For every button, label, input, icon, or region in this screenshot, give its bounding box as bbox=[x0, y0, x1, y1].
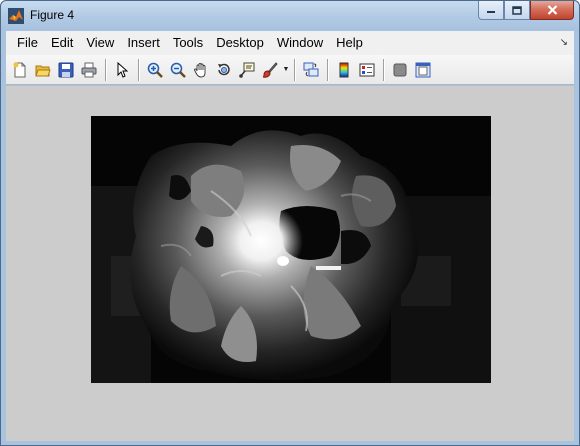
menu-file-label: File bbox=[17, 35, 38, 50]
toolbar-separator bbox=[383, 58, 385, 81]
link-plot-icon bbox=[303, 62, 319, 76]
save-figure-button[interactable] bbox=[55, 59, 77, 81]
menu-help-label: Help bbox=[336, 35, 363, 50]
title-bar[interactable]: Figure 4 bbox=[1, 1, 579, 30]
maximize-icon bbox=[512, 5, 522, 15]
menu-desktop[interactable]: Desktop bbox=[211, 31, 269, 55]
figure-canvas[interactable] bbox=[6, 86, 574, 441]
menu-window[interactable]: Window bbox=[272, 31, 328, 55]
image-axes[interactable] bbox=[91, 116, 491, 383]
link-plot-button[interactable] bbox=[300, 59, 322, 81]
close-button[interactable] bbox=[530, 1, 574, 20]
menu-help[interactable]: Help bbox=[331, 31, 368, 55]
toolbar-separator bbox=[327, 58, 329, 81]
menu-view-label: View bbox=[86, 35, 115, 50]
hide-plot-tools-button[interactable] bbox=[389, 59, 411, 81]
new-figure-button[interactable] bbox=[9, 59, 31, 81]
pan-icon bbox=[194, 62, 206, 77]
insert-legend-button[interactable] bbox=[356, 59, 378, 81]
toolbar-separator bbox=[105, 58, 107, 81]
menu-insert[interactable]: Insert bbox=[122, 31, 165, 55]
hide-plot-tools-icon bbox=[393, 63, 407, 76]
open-file-button[interactable] bbox=[32, 59, 54, 81]
edit-plot-button[interactable] bbox=[111, 59, 133, 81]
toolbar-separator bbox=[294, 58, 296, 81]
menu-edit[interactable]: Edit bbox=[46, 31, 78, 55]
menu-insert-label: Insert bbox=[127, 35, 160, 50]
rotate-3d-icon bbox=[218, 63, 230, 75]
menu-bar: File Edit View Insert Tools Desktop Wind… bbox=[6, 31, 574, 55]
edit-plot-icon bbox=[117, 61, 129, 78]
zoom-in-icon bbox=[147, 62, 163, 78]
brush-dropdown-arrow-icon[interactable]: ▼ bbox=[282, 59, 290, 81]
insert-legend-icon bbox=[359, 63, 375, 76]
new-figure-icon bbox=[13, 62, 26, 77]
toolbar-separator bbox=[138, 58, 140, 81]
menu-edit-label: Edit bbox=[50, 35, 74, 50]
pan-button[interactable] bbox=[190, 59, 212, 81]
menu-view[interactable]: View bbox=[81, 31, 119, 55]
print-figure-button[interactable] bbox=[78, 59, 100, 81]
zoom-in-button[interactable] bbox=[144, 59, 166, 81]
menu-window-label: Window bbox=[276, 35, 324, 50]
zoom-out-button[interactable] bbox=[167, 59, 189, 81]
brush-icon bbox=[262, 61, 278, 78]
print-figure-icon bbox=[81, 62, 97, 77]
menu-tools-label: Tools bbox=[172, 35, 204, 50]
minimize-button[interactable] bbox=[478, 1, 504, 20]
menu-desktop-label: Desktop bbox=[216, 35, 264, 50]
insert-colorbar-button[interactable] bbox=[333, 59, 355, 81]
show-plot-tools-icon bbox=[415, 62, 431, 77]
grayscale-depth-image bbox=[91, 116, 491, 383]
maximize-button[interactable] bbox=[504, 1, 530, 20]
data-cursor-button[interactable] bbox=[236, 59, 258, 81]
rotate-3d-button[interactable] bbox=[213, 59, 235, 81]
figure-toolbar: ▼ bbox=[6, 55, 574, 85]
insert-colorbar-icon bbox=[339, 62, 349, 77]
window-title: Figure 4 bbox=[30, 8, 75, 22]
minimize-icon bbox=[487, 11, 495, 13]
menu-file[interactable]: File bbox=[12, 31, 43, 55]
show-plot-tools-button[interactable] bbox=[412, 59, 434, 81]
brush-button[interactable] bbox=[259, 59, 281, 81]
open-file-icon bbox=[35, 65, 51, 76]
close-icon bbox=[547, 5, 557, 15]
figure-window: Figure 4 File Edit View Insert Tools Des… bbox=[0, 0, 580, 446]
dock-arrow-icon[interactable]: ↘ bbox=[560, 37, 568, 48]
save-figure-icon bbox=[58, 62, 74, 77]
data-cursor-icon bbox=[239, 62, 255, 78]
zoom-out-icon bbox=[170, 62, 186, 78]
menu-tools[interactable]: Tools bbox=[168, 31, 208, 55]
matlab-icon bbox=[8, 8, 24, 24]
